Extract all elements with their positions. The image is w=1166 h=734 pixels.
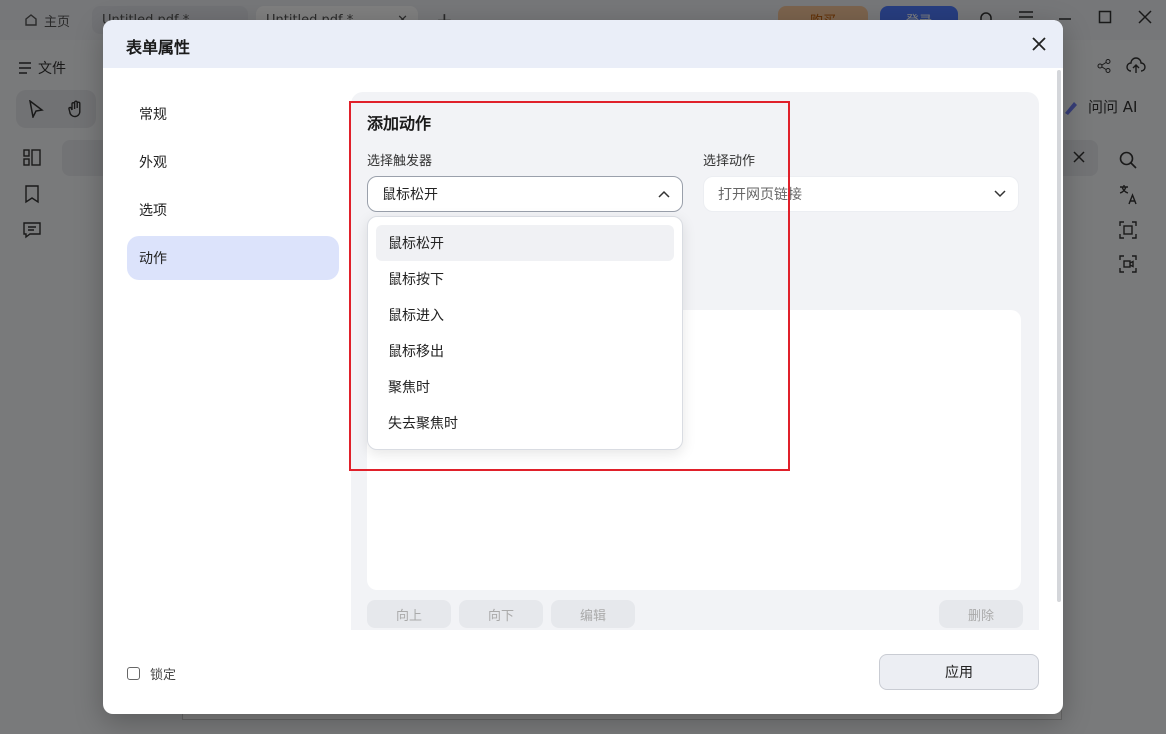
- lock-checkbox[interactable]: [127, 667, 140, 680]
- dropdown-option[interactable]: 失去聚焦时: [376, 405, 674, 441]
- dropdown-option-label: 鼠标移出: [388, 344, 444, 360]
- dropdown-option-label: 失去聚焦时: [388, 416, 458, 432]
- dropdown-option[interactable]: 鼠标松开: [376, 225, 674, 261]
- dropdown-option[interactable]: 鼠标移出: [376, 333, 674, 369]
- move-up-label: 向上: [395, 608, 422, 624]
- nav-item-general[interactable]: 常规: [127, 92, 339, 136]
- nav-item-options[interactable]: 选项: [127, 188, 339, 232]
- apply-label: 应用: [945, 665, 973, 681]
- chevron-down-icon: [994, 190, 1006, 198]
- trigger-label: 选择触发器: [367, 154, 433, 169]
- trigger-dropdown: 鼠标松开 鼠标按下 鼠标进入 鼠标移出 聚焦时 失去聚焦时: [367, 216, 683, 450]
- delete-button[interactable]: 删除: [939, 600, 1023, 628]
- delete-label: 删除: [967, 608, 994, 624]
- form-properties-dialog: 表单属性 常规 外观 选项 动作 添加动作 选择触发器 选择动作 鼠标松开 打开…: [103, 20, 1063, 714]
- dropdown-option-label: 鼠标按下: [388, 272, 444, 288]
- nav-item-actions[interactable]: 动作: [127, 236, 339, 280]
- apply-button[interactable]: 应用: [879, 654, 1039, 690]
- chevron-up-icon: [658, 190, 670, 198]
- dialog-scrollbar[interactable]: [1057, 70, 1061, 602]
- dropdown-option-label: 鼠标进入: [388, 308, 444, 324]
- nav-item-label: 外观: [139, 155, 167, 171]
- dialog-sidenav: 常规 外观 选项 动作: [127, 92, 339, 284]
- dropdown-option[interactable]: 鼠标进入: [376, 297, 674, 333]
- section-title: 添加动作: [367, 114, 432, 133]
- lock-label: 锁定: [150, 668, 177, 683]
- edit-label: 编辑: [579, 608, 606, 624]
- close-dialog-icon[interactable]: [1029, 34, 1049, 54]
- lock-option[interactable]: 锁定: [127, 664, 176, 683]
- dropdown-option[interactable]: 聚焦时: [376, 369, 674, 405]
- move-down-button[interactable]: 向下: [459, 600, 543, 628]
- nav-item-label: 常规: [139, 107, 167, 123]
- nav-item-label: 选项: [139, 203, 167, 219]
- edit-button[interactable]: 编辑: [551, 600, 635, 628]
- dropdown-option-label: 聚焦时: [388, 380, 430, 396]
- trigger-select[interactable]: 鼠标松开: [367, 176, 683, 212]
- action-select-value: 打开网页链接: [718, 187, 802, 203]
- dialog-header: 表单属性: [103, 20, 1063, 68]
- dropdown-option[interactable]: 鼠标按下: [376, 261, 674, 297]
- nav-item-label: 动作: [139, 251, 167, 267]
- dialog-title: 表单属性: [126, 38, 191, 57]
- nav-item-appearance[interactable]: 外观: [127, 140, 339, 184]
- trigger-select-value: 鼠标松开: [382, 187, 438, 203]
- move-down-label: 向下: [487, 608, 514, 624]
- action-label: 选择动作: [703, 154, 756, 169]
- action-select[interactable]: 打开网页链接: [703, 176, 1019, 212]
- dropdown-option-label: 鼠标松开: [388, 236, 444, 252]
- move-up-button[interactable]: 向上: [367, 600, 451, 628]
